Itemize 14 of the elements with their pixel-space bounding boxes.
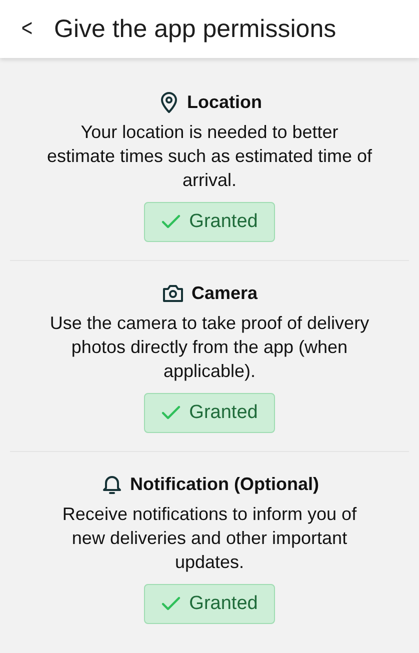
check-icon [161,596,182,612]
permission-title: Camera [191,282,258,304]
permission-description: Receive notifications to inform you of new deliveries and other important updates. [61,503,358,574]
check-icon [161,405,182,421]
granted-status-button[interactable]: Granted [144,202,275,242]
permission-description: Use the camera to take proof of delivery photos directly from the app (when applicable). [48,312,370,383]
permission-title: Notification (Optional) [130,474,319,494]
check-icon [161,214,182,230]
back-button[interactable]: < [21,15,33,43]
permission-description: Your location is needed to better estimate times such as estimated time of arrival. [46,121,374,192]
granted-status-button[interactable]: Granted [144,393,275,433]
granted-status-button[interactable]: Granted [144,584,275,624]
page-title: Give the app permissions [54,14,336,44]
permission-title: Location [187,92,262,112]
